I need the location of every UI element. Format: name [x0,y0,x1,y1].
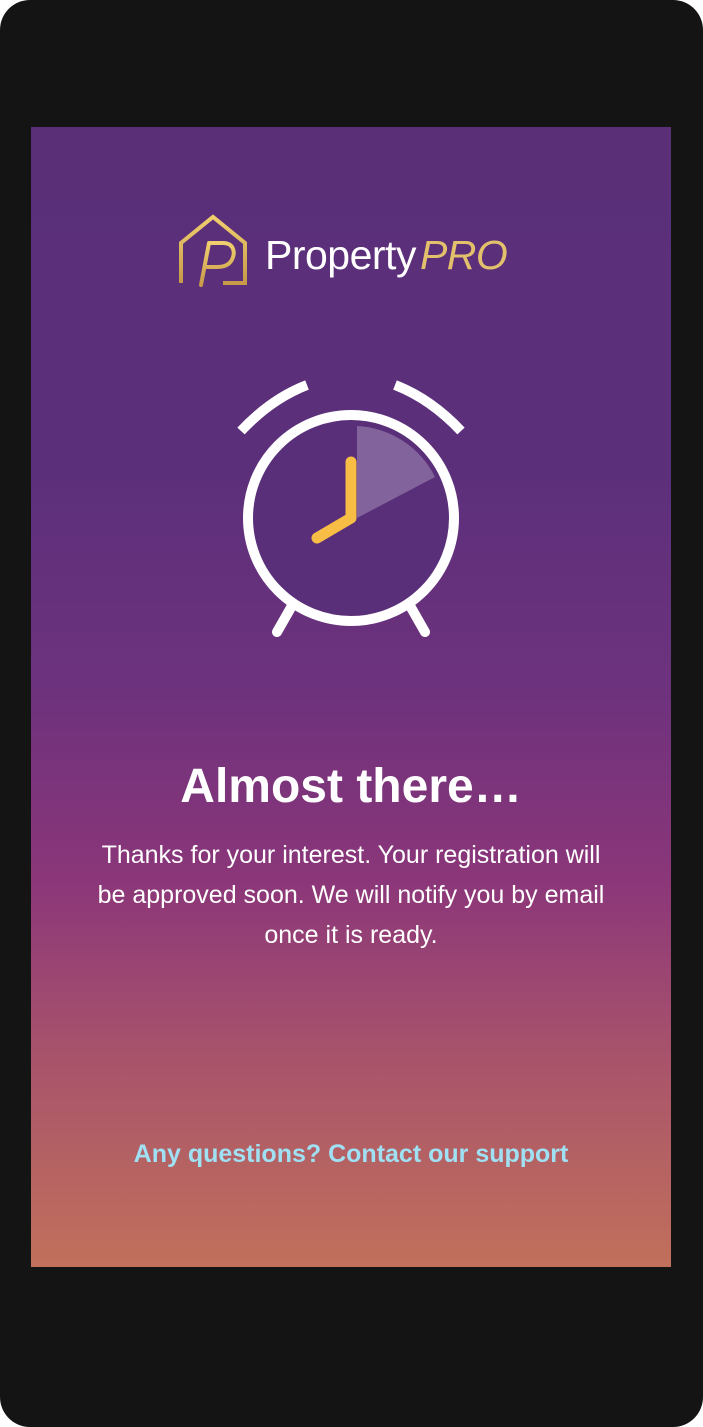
brand-logo: PropertyPRO [177,213,527,289]
alarm-clock-icon [237,380,465,637]
pending-approval-screen: PropertyPRO Almost there… Thanks for you… [31,127,671,1267]
house-p-logo-icon [179,214,247,287]
brand-name: PropertyPRO [265,231,508,279]
status-message: Thanks for your interest. Your registrat… [97,841,605,949]
phone-frame: PropertyPRO Almost there… Thanks for you… [0,0,703,1427]
page-title: Almost there… [180,760,522,813]
contact-support-link[interactable]: Any questions? Contact our support [31,1135,671,1173]
brand-name-main: Property [265,232,416,278]
brand-name-accent: PRO [419,232,508,278]
